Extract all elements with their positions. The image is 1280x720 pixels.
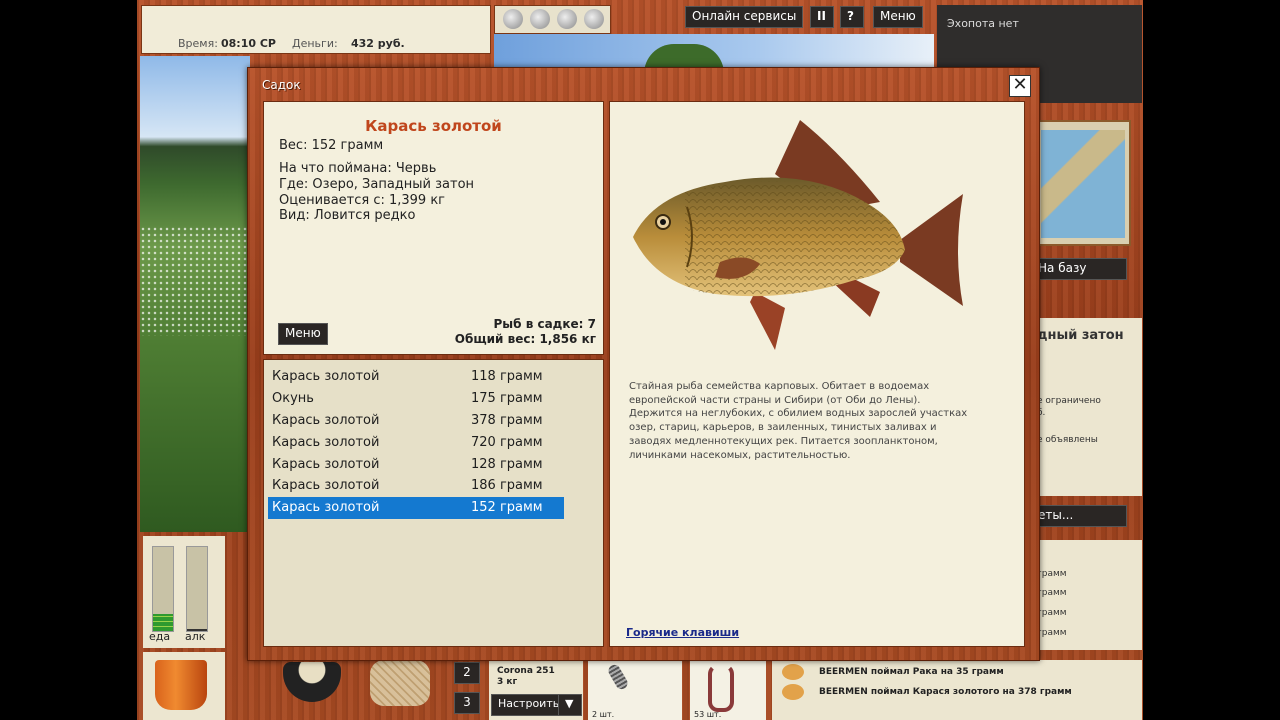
bait-slot-1[interactable]: 2 шт. <box>588 660 682 720</box>
bait-2-count: 53 шт. <box>694 710 722 719</box>
bait-slot-2[interactable]: 53 шт. <box>690 660 766 720</box>
close-button[interactable]: ✕ <box>1009 75 1031 97</box>
dialog-title: Садок <box>262 78 301 92</box>
tournaments-button[interactable]: еты... <box>1031 505 1127 527</box>
dropdown-button[interactable]: ▼ <box>558 694 582 716</box>
fish-list-weight: 118 грамм <box>471 369 543 384</box>
fish-list-name: Карась золотой <box>272 413 380 428</box>
fish-list-item[interactable]: Карась золотой 378 грамм <box>268 410 564 432</box>
hud-info-panel: Время: 08:10 СР Деньги: 432 руб. <box>141 5 491 54</box>
fish-list-weight: 186 грамм <box>471 478 543 493</box>
feed-gram: грамм <box>1037 628 1067 638</box>
feed-gram: грамм <box>1037 588 1067 598</box>
larva-icon <box>606 662 630 692</box>
fish-list-name: Карась золотой <box>272 435 380 450</box>
menu-button[interactable]: Меню <box>873 6 923 28</box>
feed-gram: грамм <box>1037 608 1067 618</box>
fish-title: Карась золотой <box>365 117 502 135</box>
sinker-slots <box>494 5 611 34</box>
fish-list-item[interactable]: Карась золотой 186 грамм <box>268 475 564 497</box>
catch-feed-panel: грамм грамм грамм грамм <box>1037 540 1142 650</box>
sinker-icon[interactable] <box>557 9 577 29</box>
hotkeys-link[interactable]: Горячие клавиши <box>626 626 739 639</box>
slot-2-button[interactable]: 2 <box>454 662 480 684</box>
caught-on: На что поймана: Червь <box>279 161 437 176</box>
catch-location: Где: Озеро, Западный затон <box>279 177 475 192</box>
fish-list-item[interactable]: Окунь 175 грамм <box>268 388 564 410</box>
fish-list-name: Карась золотой <box>272 457 380 472</box>
alcohol-label: алк <box>185 630 206 643</box>
echo-text: Эхопота нет <box>947 17 1019 30</box>
fish-list-item[interactable]: Карась золотой 720 грамм <box>268 432 564 454</box>
fish-list-weight: 720 грамм <box>471 435 543 450</box>
info-line-1: е ограничено <box>1037 396 1101 406</box>
fish-list-item-selected[interactable]: Карась золотой 152 грамм <box>268 497 564 519</box>
info-line-3: е объявлены <box>1037 435 1098 445</box>
chat-feed: BEERMEN поймал Рака на 35 грамм BEERMEN … <box>772 660 1142 720</box>
shrimp-icon <box>782 664 804 680</box>
sinker-icon[interactable] <box>503 9 523 29</box>
location-info-panel: дный затон е ограничено б. е объявлены <box>1037 318 1142 496</box>
fish-list-weight: 128 грамм <box>471 457 543 472</box>
total-weight: Общий вес: 1,856 кг <box>454 332 596 346</box>
sinker-icon[interactable] <box>530 9 550 29</box>
fish-list-weight: 175 грамм <box>471 391 543 406</box>
fish-info-panel: Карась золотой Вес: 152 грамм На что пой… <box>263 101 604 355</box>
money-label: Деньги: <box>292 37 338 50</box>
fish-list-item[interactable]: Карась золотой 128 грамм <box>268 454 564 476</box>
fish-description: Стайная рыба семейства карповых. Обитает… <box>629 381 968 461</box>
fish-weight: Вес: 152 грамм <box>279 138 384 153</box>
food-label: еда <box>149 630 171 643</box>
to-base-button[interactable]: На базу <box>1031 258 1127 280</box>
fish-kind: Вид: Ловится редко <box>279 208 416 223</box>
value-from: Оценивается с: 1,399 кг <box>279 193 446 208</box>
fish-description-panel: Стайная рыба семейства карповых. Обитает… <box>609 101 1025 647</box>
money-value: 432 руб. <box>351 37 405 50</box>
ventral-fin <box>750 292 785 350</box>
shrimp-icon <box>782 684 804 700</box>
reel-name: Corona 251 <box>497 666 555 676</box>
fish-list-name: Карась золотой <box>272 369 380 384</box>
fish-list-weight: 378 грамм <box>471 413 543 428</box>
map-water <box>1041 130 1125 238</box>
fish-count: Рыб в садке: 7 <box>493 317 597 331</box>
dialog-titlebar <box>248 68 1039 101</box>
bucket-slot[interactable] <box>143 652 225 720</box>
time-label: Время: <box>178 37 218 50</box>
feed-gram: грамм <box>1037 569 1067 579</box>
reel-weight: 3 кг <box>497 677 518 687</box>
status-meters: еда алк <box>143 536 225 648</box>
alcohol-meter <box>186 546 208 632</box>
chat-message: BEERMEN поймал Карася золотого на 378 гр… <box>819 687 1072 697</box>
fish-list-name: Карась золотой <box>272 478 380 493</box>
fish-list-item[interactable]: Карась золотой 118 грамм <box>268 366 564 388</box>
keepnet-dialog: Садок ✕ Карась золотой Вес: 152 грамм На… <box>247 67 1040 661</box>
food-meter <box>152 546 174 632</box>
configure-button[interactable]: Настроить <box>491 694 567 716</box>
time-value: 08:10 СР <box>221 37 276 50</box>
online-services-button[interactable]: Онлайн сервисы <box>685 6 804 28</box>
bucket-icon[interactable] <box>155 660 207 710</box>
chat-message: BEERMEN поймал Рака на 35 грамм <box>819 667 1004 677</box>
fish-list-name: Карась золотой <box>272 500 380 515</box>
scenery-sky-top <box>494 34 934 74</box>
map-panel[interactable] <box>1035 120 1131 246</box>
location-name: дный затон <box>1037 328 1124 343</box>
pause-button[interactable]: II <box>810 6 834 28</box>
fish-illustration <box>633 120 963 350</box>
help-button[interactable]: ? <box>840 6 864 28</box>
fish-list-weight: 152 грамм <box>471 500 543 515</box>
keepnet-menu-button[interactable]: Меню <box>278 323 328 345</box>
fish-list-panel: Карась золотой 118 грамм Окунь 175 грамм К… <box>263 359 604 647</box>
scenery-view <box>140 56 250 532</box>
food-meter-fill <box>153 614 173 631</box>
slot-3-button[interactable]: 3 <box>454 692 480 714</box>
fish-list-name: Окунь <box>272 391 314 406</box>
worm-icon <box>708 664 734 712</box>
bait-1-count: 2 шт. <box>592 710 615 719</box>
bread-icon[interactable] <box>370 660 430 706</box>
sinker-icon[interactable] <box>584 9 604 29</box>
tail-fin <box>900 194 963 306</box>
flower-field <box>140 226 250 336</box>
